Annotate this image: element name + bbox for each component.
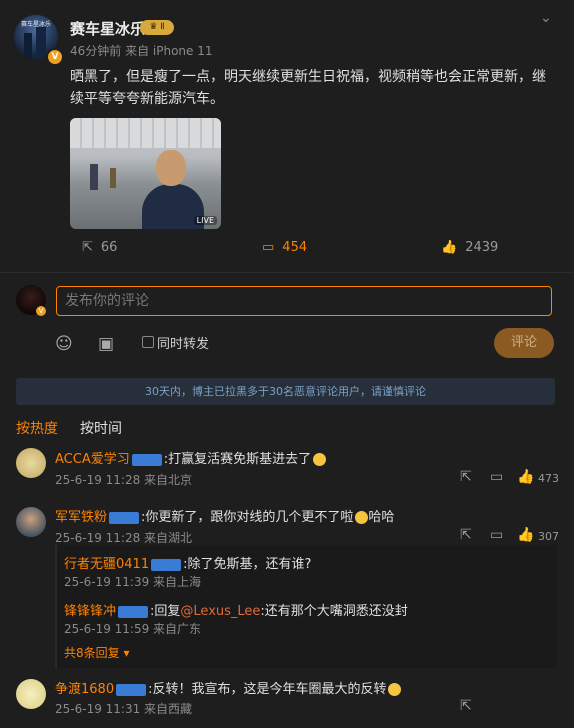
fan-badge: [109, 511, 140, 524]
comment-icon: ▭: [262, 240, 275, 255]
share-icon[interactable]: ⇱: [460, 527, 472, 543]
share-icon[interactable]: ⇱: [460, 698, 472, 714]
repost-button[interactable]: ⇱ 66: [82, 240, 117, 255]
tab-sort-hot[interactable]: 按热度: [16, 418, 58, 438]
reply-line: 行者无疆0411 :除了免斯基，还有谁?: [64, 553, 311, 572]
reply-line: 锋锋锋冲 :回复@Lexus_Lee:还有那个大嘴洞悉还没封: [64, 600, 408, 619]
author-name[interactable]: 赛车星冰乐: [70, 18, 145, 39]
reply-prefix: :回复: [150, 604, 181, 619]
post-photo[interactable]: LIVE: [70, 118, 221, 229]
more-replies-link[interactable]: 共8条回复 ▾: [64, 644, 130, 661]
emoji: [355, 511, 369, 524]
post-text: 晒黑了，但是瘦了一点，明天继续更新生日祝福，视频稍等也会正常更新，继续平等夸夸新…: [70, 69, 546, 107]
comment-line: 军军铁粉 :你更新了，跟你对线的几个更不了啦 哈哈: [55, 506, 394, 525]
replier-name[interactable]: 行者无疆0411: [64, 557, 149, 572]
share-icon[interactable]: ⇱: [460, 469, 472, 485]
emoji: [388, 683, 402, 696]
thumbs-up-icon[interactable]: 👍: [517, 527, 534, 543]
commenter-name[interactable]: 军军铁粉: [55, 510, 107, 525]
notice-banner: 30天内，博主已拉黑多于30名恶意评论用户，请谨慎评论: [16, 378, 555, 405]
tab-sort-time[interactable]: 按时间: [80, 418, 122, 438]
comment-button[interactable]: ▭ 454: [262, 240, 307, 255]
like-button[interactable]: 👍 2439: [441, 240, 498, 255]
commenter-name[interactable]: 争渡1680: [55, 682, 114, 697]
comment-text-tail: 哈哈: [368, 510, 395, 525]
commenter-avatar[interactable]: [16, 679, 46, 709]
emoji: [313, 453, 327, 466]
commenter-avatar[interactable]: [16, 507, 46, 537]
repost-checkbox[interactable]: [142, 336, 154, 348]
reply-text: :还有那个大嘴洞悉还没封: [260, 604, 408, 619]
comment-text: :反转！我宣布，这是今年车圈最大的反转: [148, 682, 387, 697]
rank-badge: ♛ Ⅱ: [140, 20, 174, 35]
comment-meta: 25-6-19 11:28 来自湖北: [55, 531, 193, 545]
emoji-icon[interactable]: ☺: [55, 334, 73, 354]
fan-badge: [118, 605, 149, 618]
share-icon: ⇱: [82, 240, 93, 255]
post-meta: 46分钟前 来自 iPhone 11: [70, 44, 213, 58]
live-badge: LIVE: [193, 216, 217, 225]
comment-input[interactable]: 发布你的评论: [56, 286, 552, 316]
like-count: 307: [538, 530, 559, 543]
reply-text: :除了免斯基，还有谁?: [183, 557, 312, 572]
reply-meta: 25-6-19 11:39 来自上海: [64, 575, 202, 589]
reply-meta: 25-6-19 11:59 来自广东: [64, 622, 202, 636]
commenter-name[interactable]: ACCA爱学习: [55, 452, 130, 467]
image-icon[interactable]: ▣: [98, 334, 114, 354]
fan-badge: [151, 558, 182, 571]
comment-meta: 25-6-19 11:28 来自北京: [55, 473, 193, 487]
divider: [0, 272, 574, 273]
comment-line: 争渡1680 :反转！我宣布，这是今年车圈最大的反转: [55, 678, 402, 697]
my-verified-badge: V: [36, 306, 46, 316]
replier-name[interactable]: 锋锋锋冲: [64, 604, 116, 619]
chevron-down-icon: ▾: [123, 646, 130, 660]
comment-icon[interactable]: ▭: [490, 527, 503, 543]
repost-checkbox-label[interactable]: 同时转发: [157, 333, 209, 352]
fan-badge: [131, 453, 162, 466]
comment-text: :你更新了，跟你对线的几个更不了啦: [141, 510, 354, 525]
comment-meta: 25-6-19 11:31 来自西藏: [55, 702, 193, 716]
comment-icon[interactable]: ▭: [490, 469, 503, 485]
commenter-avatar[interactable]: [16, 448, 46, 478]
submit-comment-button[interactable]: 评论: [494, 328, 554, 358]
verified-badge: V: [46, 48, 64, 66]
comment-line: ACCA爱学习 :打赢复活赛免斯基进去了: [55, 448, 327, 467]
thumbs-up-icon: 👍: [441, 240, 458, 255]
like-count: 473: [538, 472, 559, 485]
mention-link[interactable]: @Lexus_Lee: [180, 604, 260, 619]
chevron-down-icon[interactable]: ⌄: [540, 10, 552, 26]
fan-badge: [116, 683, 147, 696]
thumbs-up-icon[interactable]: 👍: [517, 469, 534, 485]
comment-text: :打赢复活赛免斯基进去了: [163, 452, 312, 467]
